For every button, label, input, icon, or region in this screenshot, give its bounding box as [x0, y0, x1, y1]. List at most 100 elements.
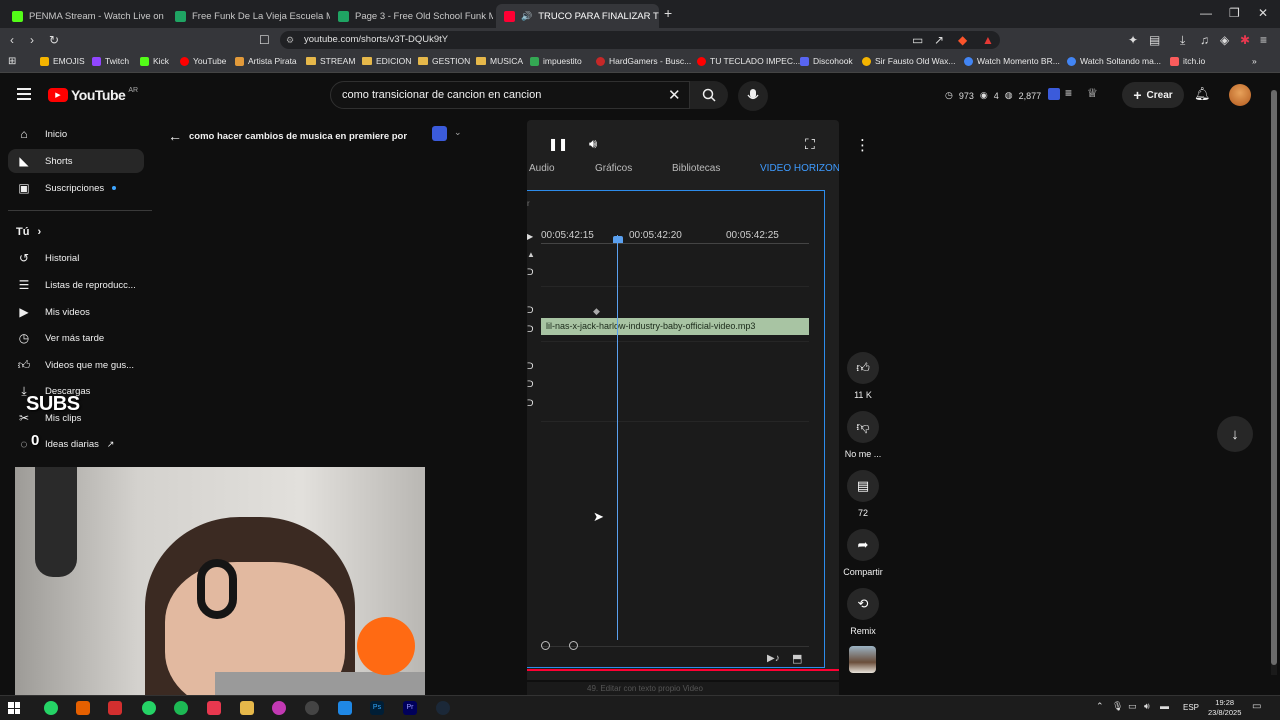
shorts-player[interactable]: ❚❚ 🔊︎ ⛶ Audio Gráficos Bibliotecas VIDEO…: [527, 120, 839, 680]
next-short-button[interactable]: ↓: [1217, 416, 1253, 452]
bookmark-item[interactable]: Discohook: [800, 56, 853, 66]
bookmark-item[interactable]: Watch Soltando ma...: [1067, 56, 1161, 66]
app-icon[interactable]: [338, 701, 352, 715]
search-input[interactable]: como transicionar de cancion en cancion: [330, 81, 690, 109]
app-icon[interactable]: [108, 701, 122, 715]
close-window-button[interactable]: ✕: [1258, 6, 1268, 20]
trophy-icon[interactable]: ♕: [1087, 86, 1098, 100]
more-options-icon[interactable]: ⋮: [855, 136, 870, 154]
firefox-icon[interactable]: [76, 701, 90, 715]
bookmark-folder[interactable]: STREAM: [306, 56, 355, 66]
music-icon[interactable]: ♫: [1200, 33, 1209, 47]
forward-button[interactable]: ›: [30, 33, 34, 47]
sidebar-item-suscripciones[interactable]: ▣ Suscripciones: [8, 176, 144, 200]
sidebar-item-ver-mas-tarde[interactable]: ◷ Ver más tarde: [8, 326, 144, 350]
youtube-logo[interactable]: ▶ YouTube AR: [48, 87, 138, 103]
comments-button[interactable]: ▤ 72: [842, 470, 884, 518]
chevron-down-icon[interactable]: ⌄: [454, 127, 462, 138]
speaker-icon[interactable]: 🔊: [521, 11, 532, 22]
playhead-handle[interactable]: [613, 236, 623, 243]
download-icon[interactable]: ⤓: [1180, 33, 1185, 48]
battery-icon[interactable]: ▬: [1160, 701, 1169, 711]
bookmark-folder[interactable]: GESTION: [418, 56, 470, 66]
sidebar-item-historial[interactable]: ↺ Historial: [8, 246, 144, 270]
apps-icon[interactable]: ⊞: [8, 56, 16, 67]
create-button[interactable]: + Crear: [1122, 82, 1184, 108]
sidebar-item-liked[interactable]: 👍︎ Videos que me gus...: [8, 353, 144, 377]
sidebar-item-ideas[interactable]: ◌ Ideas diarias ↗: [8, 432, 144, 456]
browser-tab[interactable]: PENMA Stream - Watch Live on K ✕: [4, 4, 167, 28]
bookmark-item[interactable]: HardGamers - Busc...: [596, 56, 691, 66]
brave-icon[interactable]: ✱: [1240, 33, 1250, 47]
volume-icon[interactable]: 🔊︎: [589, 136, 597, 152]
reload-button[interactable]: ↻: [49, 33, 59, 47]
iq-extension-icon[interactable]: [432, 126, 447, 141]
bookmark-item[interactable]: EMOJIS: [40, 56, 85, 66]
sidebar-item-mis-videos[interactable]: ▶ Mis videos: [8, 300, 144, 324]
page-scrollbar[interactable]: [1271, 90, 1277, 675]
fullscreen-icon[interactable]: ⛶: [805, 136, 815, 153]
extensions-icon[interactable]: ✦: [1128, 33, 1138, 47]
like-button[interactable]: 👍︎ 11 K: [842, 352, 884, 400]
progress-bar[interactable]: [527, 669, 839, 671]
bookmark-item[interactable]: impuestito: [530, 56, 582, 66]
short-back-link[interactable]: ← como hacer cambios de musica en premie…: [168, 128, 407, 144]
bookmark-item[interactable]: itch.io: [1170, 56, 1205, 66]
bookmark-item[interactable]: TU TECLADO IMPEC...: [697, 56, 800, 66]
sidebar-item-playlists[interactable]: ☰ Listas de reproducc...: [8, 273, 144, 297]
windows-start-icon[interactable]: [8, 702, 20, 714]
bookmark-item[interactable]: Artista Pirata: [235, 56, 297, 66]
bookmark-item[interactable]: Twitch: [92, 56, 129, 66]
language-indicator[interactable]: ESP: [1183, 703, 1199, 712]
browser-tab[interactable]: Page 3 - Free Old School Funk Music ✕: [330, 4, 493, 28]
whatsapp-icon[interactable]: [44, 701, 58, 715]
brave-icon[interactable]: [207, 701, 221, 715]
share-button[interactable]: ➦ Compartir: [842, 529, 884, 577]
bookmark-folder[interactable]: EDICION: [362, 56, 411, 66]
volume-tray-icon[interactable]: 🔊︎: [1144, 701, 1150, 712]
url-field[interactable]: ⚙ youtube.com/shorts/v3T-DQUk9tY: [280, 31, 1000, 49]
voice-search-button[interactable]: [738, 81, 768, 111]
cast-icon[interactable]: ▭: [912, 33, 923, 47]
new-tab-button[interactable]: +: [664, 5, 672, 21]
zoom-handle-left[interactable]: [541, 641, 550, 650]
tray-chevron-icon[interactable]: ⌃: [1096, 701, 1104, 712]
dislike-button[interactable]: 👎︎ No me ...: [842, 411, 884, 459]
mic-tray-icon[interactable]: 🎙︎: [1112, 701, 1123, 712]
obs-icon[interactable]: [305, 701, 319, 715]
sidebar-item-shorts[interactable]: ◣ Shorts: [8, 149, 144, 173]
browser-tab-active[interactable]: 🔊 TRUCO PARA FINALIZAR T ✕: [496, 4, 659, 28]
hamburger-menu-icon[interactable]: [17, 88, 31, 100]
keyframe-icon[interactable]: ◆: [593, 306, 600, 317]
audio-clip[interactable]: lil-nas-x-jack-harlow-industry-baby-offi…: [541, 318, 809, 335]
spotify-icon[interactable]: [174, 701, 188, 715]
bookmark-folder[interactable]: MUSICA: [476, 56, 523, 66]
photoshop-icon[interactable]: Ps: [370, 701, 384, 715]
bookmark-icon[interactable]: ☐: [259, 33, 270, 47]
sidebar-item-inicio[interactable]: ⌂ Inicio: [8, 122, 144, 146]
restore-button[interactable]: ❐: [1229, 6, 1240, 20]
clock[interactable]: 19:28 23/8/2025: [1208, 698, 1241, 718]
brave-rewards-icon[interactable]: ▲: [982, 33, 994, 47]
minimize-button[interactable]: —: [1200, 6, 1212, 20]
pause-icon[interactable]: ❚❚: [548, 137, 568, 151]
folder-icon[interactable]: [240, 701, 254, 715]
brave-shield-icon[interactable]: ◆: [958, 33, 967, 47]
avatar[interactable]: [1229, 84, 1251, 106]
notification-center-icon[interactable]: ▭: [1252, 701, 1261, 712]
premiere-icon[interactable]: Pr: [403, 701, 417, 715]
scrollbar-thumb[interactable]: [1271, 90, 1277, 665]
back-button[interactable]: ‹: [10, 33, 14, 47]
menu-icon[interactable]: ≡: [1260, 33, 1267, 47]
sidebar-section-you[interactable]: Tú ›: [16, 226, 41, 238]
more-bookmarks-icon[interactable]: »: [1252, 56, 1257, 66]
network-icon[interactable]: ▭: [1128, 701, 1137, 712]
vpn-icon[interactable]: ◈: [1220, 33, 1229, 47]
share-icon[interactable]: ↗: [934, 33, 944, 47]
zoom-handle-right[interactable]: [569, 641, 578, 650]
whatsapp-icon[interactable]: [142, 701, 156, 715]
bookmark-item[interactable]: YouTube: [180, 56, 226, 66]
notifications-bell-icon[interactable]: 🔔︎: [1194, 86, 1211, 102]
clear-search-icon[interactable]: ✕: [668, 86, 681, 104]
bookmark-item[interactable]: Watch Momento BR...: [964, 56, 1060, 66]
